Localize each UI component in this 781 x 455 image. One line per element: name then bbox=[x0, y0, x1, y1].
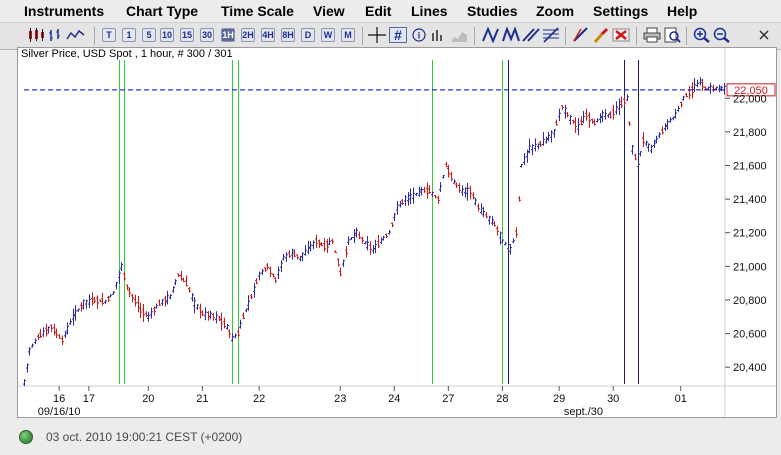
timeframe-15m-button[interactable]: 15 bbox=[180, 28, 194, 42]
timeframe-w-button[interactable]: W bbox=[321, 28, 335, 42]
close-icon[interactable] bbox=[757, 27, 771, 43]
timeframe-8h-button[interactable]: 8H bbox=[281, 28, 295, 42]
y-axis-label: 22,000 bbox=[733, 93, 767, 105]
menu-studies[interactable]: Studies bbox=[467, 3, 518, 19]
chart-canvas[interactable]: 22,05022,00021,80021,60021,40021,20021,0… bbox=[18, 48, 776, 417]
x-axis-label: 21 bbox=[196, 393, 208, 405]
x-axis-label: 29 bbox=[553, 393, 565, 405]
x-axis-date-label: 09/16/10 bbox=[38, 406, 81, 417]
menu-chart-type[interactable]: Chart Type bbox=[126, 3, 198, 19]
fibonacci-icon[interactable] bbox=[542, 27, 560, 43]
menu-zoom[interactable]: Zoom bbox=[536, 3, 574, 19]
menu-time-scale[interactable]: Time Scale bbox=[221, 3, 294, 19]
status-timestamp: 03 oct. 2010 19:00:21 CEST (+0200) bbox=[46, 430, 243, 444]
x-axis-label: 17 bbox=[83, 393, 95, 405]
timeframe-5m-button[interactable]: 5 bbox=[142, 28, 156, 42]
x-axis-label: 30 bbox=[607, 393, 619, 405]
zigzag-icon[interactable] bbox=[502, 27, 520, 43]
menu-bar: Instruments Chart Type Time Scale View E… bbox=[0, 0, 781, 22]
x-axis-date-label: sept./30 bbox=[564, 406, 603, 417]
x-axis-label: 22 bbox=[253, 393, 265, 405]
x-axis-label: 24 bbox=[388, 393, 400, 405]
menu-edit[interactable]: Edit bbox=[365, 3, 391, 19]
channel-icon[interactable] bbox=[522, 27, 540, 43]
candles-icon[interactable] bbox=[26, 27, 46, 43]
status-bar: 03 oct. 2010 19:00:21 CEST (+0200) bbox=[0, 423, 781, 455]
trendline-icon[interactable] bbox=[482, 27, 500, 43]
x-axis-label: 23 bbox=[334, 393, 346, 405]
grid-icon[interactable]: # bbox=[389, 27, 407, 43]
y-axis-label: 21,400 bbox=[733, 194, 767, 206]
volume-icon[interactable] bbox=[430, 27, 446, 43]
crosshair-icon[interactable] bbox=[368, 27, 386, 43]
preview-icon[interactable] bbox=[663, 27, 681, 43]
x-axis-label: 20 bbox=[142, 393, 154, 405]
menu-lines[interactable]: Lines bbox=[411, 3, 448, 19]
delete-icon[interactable] bbox=[612, 27, 630, 43]
line-chart-icon[interactable] bbox=[66, 27, 86, 43]
y-axis-label: 20,600 bbox=[733, 329, 767, 341]
info-icon[interactable]: i bbox=[410, 27, 428, 43]
toolbar: T 1 5 10 15 30 1H 2H 4H 8H D W M # i bbox=[0, 22, 781, 50]
timeframe-1m-button[interactable]: 1 bbox=[122, 28, 136, 42]
timeframe-4h-button[interactable]: 4H bbox=[261, 28, 275, 42]
bars-icon[interactable] bbox=[47, 27, 65, 43]
y-axis-label: 21,800 bbox=[733, 127, 767, 139]
connection-status-icon bbox=[19, 430, 33, 444]
volume-chart-icon[interactable] bbox=[450, 27, 468, 43]
timeframe-30m-button[interactable]: 30 bbox=[200, 28, 214, 42]
menu-help[interactable]: Help bbox=[667, 3, 697, 19]
x-axis-label: 28 bbox=[496, 393, 508, 405]
price-chart[interactable]: Silver Price, USD Spot , 1 hour, # 300 /… bbox=[17, 47, 777, 418]
timeframe-10m-button[interactable]: 10 bbox=[160, 28, 174, 42]
menu-settings[interactable]: Settings bbox=[593, 3, 648, 19]
y-axis-label: 21,200 bbox=[733, 228, 767, 240]
timeframe-t-button[interactable]: T bbox=[102, 28, 116, 42]
y-axis-label: 20,800 bbox=[733, 295, 767, 307]
zoom-out-icon[interactable] bbox=[713, 27, 731, 43]
print-icon[interactable] bbox=[643, 27, 661, 43]
draw-icon[interactable] bbox=[572, 27, 590, 43]
y-axis-label: 21,600 bbox=[733, 160, 767, 172]
timeframe-m-button[interactable]: M bbox=[341, 28, 355, 42]
zoom-in-icon[interactable] bbox=[693, 27, 711, 43]
svg-text:i: i bbox=[418, 31, 421, 41]
menu-instruments[interactable]: Instruments bbox=[24, 3, 104, 19]
menu-view[interactable]: View bbox=[313, 3, 345, 19]
x-axis-label: 16 bbox=[53, 393, 65, 405]
timeframe-1h-button[interactable]: 1H bbox=[221, 28, 235, 42]
eraser-icon[interactable] bbox=[593, 27, 611, 43]
y-axis-label: 20,400 bbox=[733, 362, 767, 374]
y-axis-label: 21,000 bbox=[733, 261, 767, 273]
timeframe-2h-button[interactable]: 2H bbox=[241, 28, 255, 42]
timeframe-d-button[interactable]: D bbox=[301, 28, 315, 42]
x-axis-label: 27 bbox=[442, 393, 454, 405]
x-axis-label: 01 bbox=[675, 393, 687, 405]
svg-text:#: # bbox=[394, 27, 402, 43]
